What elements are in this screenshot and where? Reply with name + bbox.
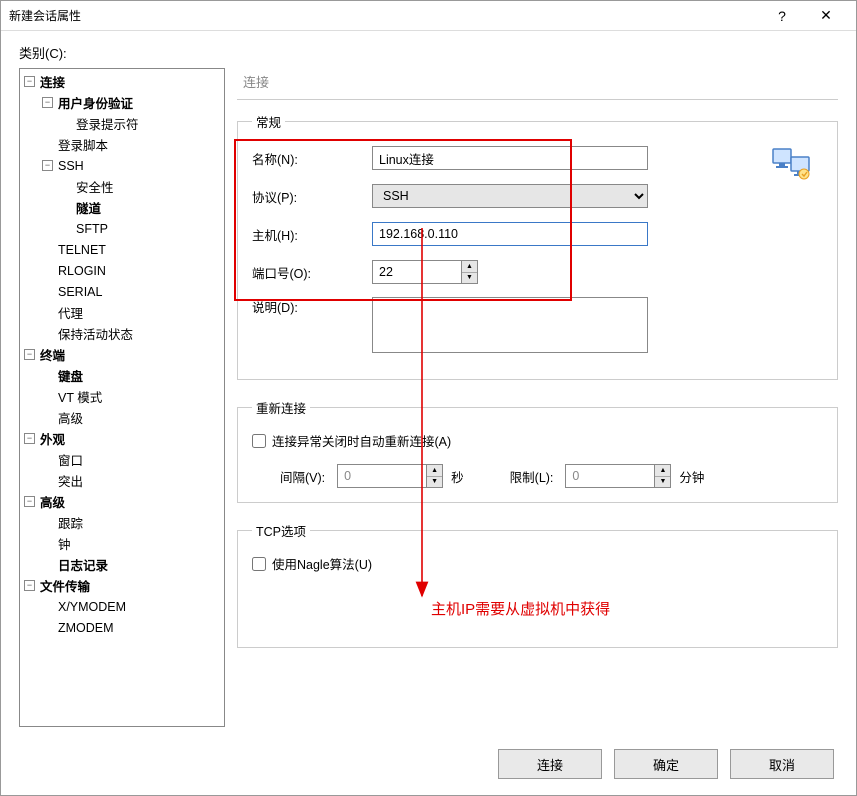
interval-label: 间隔(V): (280, 467, 325, 486)
tree-toggle[interactable]: − (24, 76, 35, 87)
tree-item-terminal[interactable]: 终端 (38, 345, 67, 364)
tree-item-xymodem[interactable]: X/YMODEM (56, 600, 128, 614)
tree-item-keepalive[interactable]: 保持活动状态 (56, 324, 135, 343)
tree-item-tunnel[interactable]: 隧道 (74, 198, 103, 217)
tree-item-window[interactable]: 窗口 (56, 450, 85, 469)
limit-label: 限制(L): (510, 467, 554, 486)
limit-unit: 分钟 (679, 467, 704, 486)
limit-down[interactable]: ▼ (655, 477, 670, 488)
session-icon (771, 145, 813, 186)
cancel-button[interactable]: 取消 (730, 749, 834, 779)
tree-item-ssh[interactable]: SSH (56, 159, 86, 173)
tree-toggle[interactable]: − (42, 97, 53, 108)
tree-item-trace[interactable]: 跟踪 (56, 513, 85, 532)
category-label: 类别(C): (19, 43, 838, 62)
category-tree[interactable]: −连接 −用户身份验证 登录提示符 登录脚本 −SSH (19, 68, 225, 727)
interval-down[interactable]: ▼ (427, 477, 442, 488)
tree-item-advanced[interactable]: 高级 (38, 492, 67, 511)
reconnect-legend: 重新连接 (252, 398, 310, 417)
nagle-checkbox[interactable] (252, 557, 266, 571)
connect-button[interactable]: 连接 (498, 749, 602, 779)
auto-reconnect-label: 连接异常关闭时自动重新连接(A) (272, 431, 451, 450)
name-label: 名称(N): (252, 149, 372, 168)
port-down[interactable]: ▼ (462, 273, 477, 284)
name-input[interactable] (372, 146, 648, 170)
tree-toggle[interactable]: − (24, 433, 35, 444)
tcp-group: TCP选项 使用Nagle算法(U) (237, 521, 838, 648)
help-button[interactable]: ? (760, 2, 804, 30)
tree-item-security[interactable]: 安全性 (74, 177, 116, 196)
ok-button[interactable]: 确定 (614, 749, 718, 779)
tree-item-login-prompt[interactable]: 登录提示符 (74, 114, 141, 133)
window-title: 新建会话属性 (9, 7, 760, 24)
tree-item-term-adv[interactable]: 高级 (56, 408, 85, 427)
protocol-select[interactable]: SSH (372, 184, 648, 208)
tree-item-sftp[interactable]: SFTP (74, 222, 110, 236)
tree-item-proxy[interactable]: 代理 (56, 303, 85, 322)
tree-toggle[interactable]: − (24, 349, 35, 360)
port-up[interactable]: ▲ (462, 261, 477, 273)
host-input[interactable] (372, 222, 648, 246)
interval-unit: 秒 (451, 467, 464, 486)
tree-item-appearance[interactable]: 外观 (38, 429, 67, 448)
tree-item-zmodem[interactable]: ZMODEM (56, 621, 116, 635)
tree-item-vtmode[interactable]: VT 模式 (56, 387, 104, 406)
limit-input[interactable] (565, 464, 655, 488)
desc-textarea[interactable] (372, 297, 648, 353)
limit-up[interactable]: ▲ (655, 465, 670, 477)
tcp-legend: TCP选项 (252, 521, 310, 540)
page-title: 连接 (237, 68, 838, 100)
interval-input[interactable] (337, 464, 427, 488)
nagle-label: 使用Nagle算法(U) (272, 554, 372, 573)
tree-item-telnet[interactable]: TELNET (56, 243, 108, 257)
tree-toggle[interactable]: − (24, 580, 35, 591)
tree-item-clock[interactable]: 钟 (56, 534, 73, 553)
tree-item-rlogin[interactable]: RLOGIN (56, 264, 108, 278)
tree-item-highlight[interactable]: 突出 (56, 471, 85, 490)
protocol-label: 协议(P): (252, 187, 372, 206)
close-button[interactable]: ✕ (804, 2, 848, 30)
tree-item-keyboard[interactable]: 键盘 (56, 366, 85, 385)
reconnect-group: 重新连接 连接异常关闭时自动重新连接(A) 间隔(V): ▲ ▼ (237, 398, 838, 503)
tree-item-serial[interactable]: SERIAL (56, 285, 104, 299)
tree-item-file-transfer[interactable]: 文件传输 (38, 576, 92, 595)
tree-item-log[interactable]: 日志记录 (56, 555, 110, 574)
tree-toggle[interactable]: − (42, 160, 53, 171)
tree-toggle[interactable]: − (24, 496, 35, 507)
desc-label: 说明(D): (252, 297, 372, 316)
auto-reconnect-checkbox[interactable] (252, 434, 266, 448)
tree-item-connection[interactable]: 连接 (38, 72, 67, 91)
port-input[interactable] (372, 260, 462, 284)
general-legend: 常规 (252, 112, 285, 131)
interval-up[interactable]: ▲ (427, 465, 442, 477)
port-label: 端口号(O): (252, 263, 372, 282)
tree-item-auth[interactable]: 用户身份验证 (56, 93, 135, 112)
general-group: 常规 (237, 112, 838, 380)
tree-item-login-script[interactable]: 登录脚本 (56, 135, 110, 154)
host-label: 主机(H): (252, 225, 372, 244)
